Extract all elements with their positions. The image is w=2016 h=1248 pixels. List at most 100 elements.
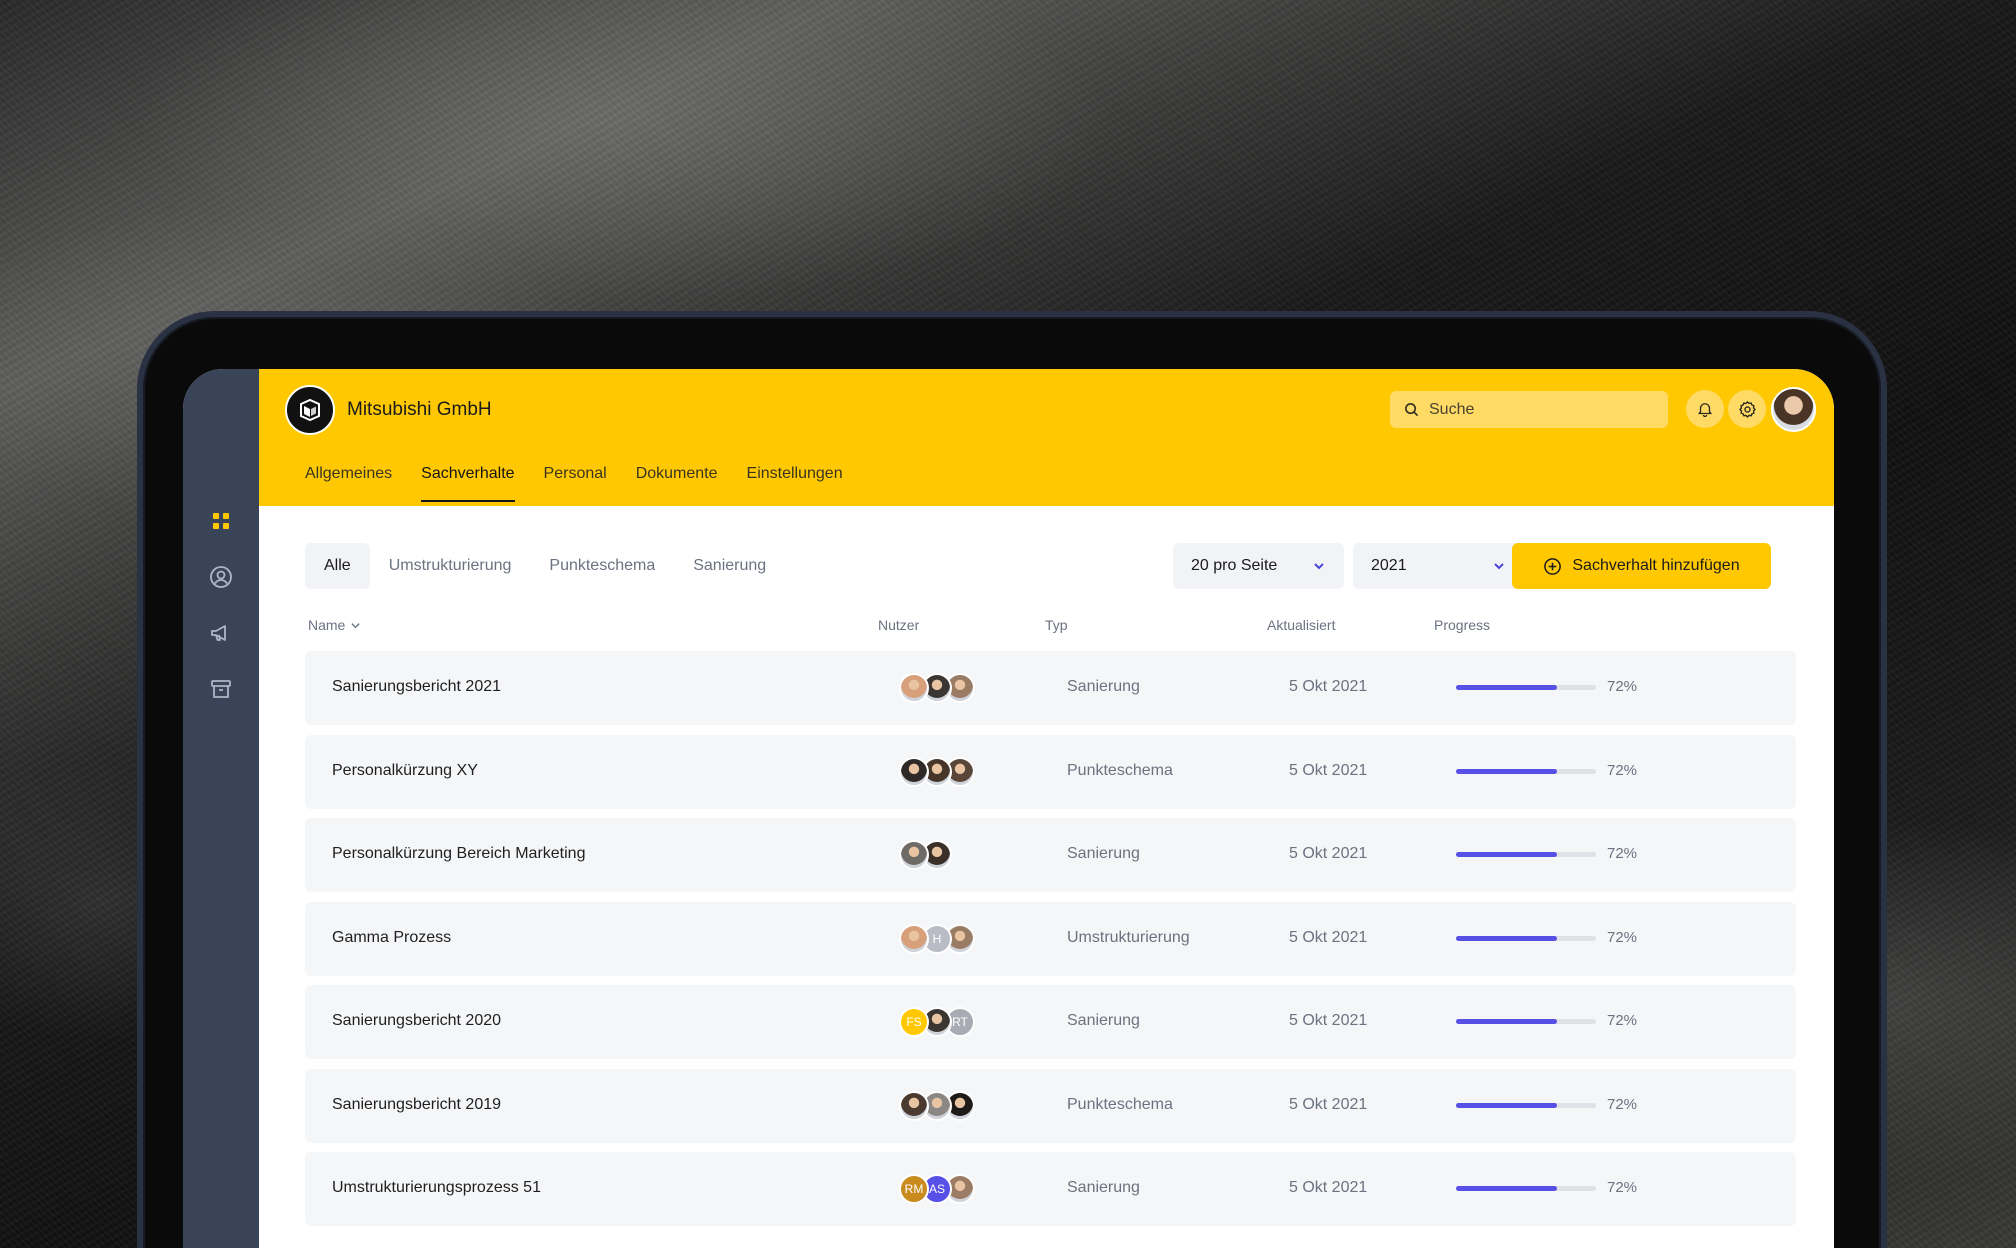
row-user-avatars: H bbox=[899, 923, 975, 954]
main-content: Alle Umstrukturierung Punkteschema Sanie… bbox=[259, 506, 1834, 1248]
avatar[interactable] bbox=[899, 756, 929, 787]
progress-fill bbox=[1456, 852, 1557, 857]
avatar[interactable] bbox=[899, 923, 929, 954]
avatar[interactable] bbox=[899, 673, 929, 703]
table-row[interactable]: Personalkürzung XY Punkteschema 5 Okt 2021… bbox=[305, 734, 1796, 809]
row-updated: 5 Okt 2021 bbox=[1289, 678, 1368, 695]
filter-sanierung[interactable]: Sanierung bbox=[674, 543, 785, 589]
notifications-button[interactable] bbox=[1686, 390, 1724, 428]
row-user-avatars bbox=[899, 1090, 975, 1121]
megaphone-icon[interactable] bbox=[204, 616, 238, 650]
side-rail bbox=[183, 369, 259, 1248]
progress-fill bbox=[1456, 1186, 1557, 1191]
app-header: Mitsubishi GmbH Allgemeines Sachverhalte… bbox=[259, 369, 1834, 506]
tab-einstellungen[interactable]: Einstellungen bbox=[747, 465, 843, 502]
app-screen: Mitsubishi GmbH Allgemeines Sachverhalte… bbox=[183, 369, 1834, 1248]
tab-allgemeines[interactable]: Allgemeines bbox=[305, 465, 392, 502]
avatar[interactable]: RM bbox=[899, 1174, 929, 1204]
row-updated: 5 Okt 2021 bbox=[1289, 1179, 1368, 1196]
row-type: Sanierung bbox=[1067, 845, 1140, 862]
chevron-down-icon bbox=[1314, 563, 1324, 570]
add-button-label: Sachverhalt hinzufügen bbox=[1572, 557, 1740, 574]
avatar[interactable] bbox=[899, 1090, 929, 1121]
table-row[interactable]: Sanierungsbericht 2020 FS RT Sanierung 5 Okt… bbox=[305, 985, 1796, 1059]
row-updated: 5 Okt 2021 bbox=[1289, 1095, 1368, 1113]
progress-percent: 72% bbox=[1607, 678, 1638, 695]
row-user-avatars bbox=[899, 673, 975, 703]
progress-percent: 72% bbox=[1607, 761, 1638, 779]
section-tabs: Allgemeines Sachverhalte Personal Dokume… bbox=[305, 465, 872, 502]
per-page-value: 20 pro Seite bbox=[1191, 557, 1278, 574]
progress-bar bbox=[1456, 852, 1596, 857]
chevron-down-icon bbox=[351, 622, 361, 628]
archive-icon[interactable] bbox=[204, 672, 238, 706]
progress-fill bbox=[1456, 768, 1557, 774]
progress-percent: 72% bbox=[1607, 1179, 1638, 1196]
row-user-avatars: RM AS bbox=[899, 1174, 975, 1204]
search-input[interactable] bbox=[1429, 400, 1649, 419]
progress-percent: 72% bbox=[1607, 1095, 1638, 1113]
dashboard-icon[interactable] bbox=[204, 504, 238, 538]
year-select[interactable]: 2021 bbox=[1353, 543, 1524, 589]
year-value: 2021 bbox=[1371, 557, 1407, 574]
table-row[interactable]: Sanierungsbericht 2021 Sanierung 5 Okt 202… bbox=[305, 651, 1796, 725]
table-row[interactable]: Personalkürzung Bereich Marketing Sanieru… bbox=[305, 818, 1796, 892]
column-users: Nutzer bbox=[878, 617, 920, 633]
row-name: Sanierungsbericht 2021 bbox=[332, 678, 502, 695]
row-user-avatars: FS RT bbox=[899, 1007, 975, 1037]
gear-icon bbox=[1738, 400, 1756, 418]
filter-punkteschema[interactable]: Punkteschema bbox=[530, 543, 674, 589]
table-row[interactable]: Umstrukturierungsprozess 51 RM AS Sanierung… bbox=[305, 1152, 1796, 1226]
add-sachverhalt-button[interactable]: Sachverhalt hinzufügen bbox=[1512, 543, 1771, 589]
plus-circle-icon bbox=[1544, 557, 1562, 575]
progress-percent: 72% bbox=[1607, 928, 1638, 946]
row-updated: 5 Okt 2021 bbox=[1289, 928, 1368, 946]
column-progress: Progress bbox=[1434, 617, 1491, 633]
table-row[interactable]: Sanierungsbericht 2019 Punkteschema 5 Okt … bbox=[305, 1068, 1796, 1143]
filter-alle[interactable]: Alle bbox=[305, 543, 370, 589]
row-updated: 5 Okt 2021 bbox=[1289, 845, 1368, 862]
progress-fill bbox=[1456, 685, 1557, 690]
tab-personal[interactable]: Personal bbox=[544, 465, 607, 502]
column-type: Typ bbox=[1045, 617, 1068, 633]
progress-fill bbox=[1456, 935, 1557, 941]
row-type: Umstrukturierung bbox=[1067, 928, 1190, 946]
filter-chips: Alle Umstrukturierung Punkteschema Sanie… bbox=[305, 543, 785, 589]
filter-umstrukturierung[interactable]: Umstrukturierung bbox=[370, 543, 531, 589]
progress-bar bbox=[1456, 1019, 1596, 1024]
row-name: Personalkürzung XY bbox=[332, 761, 478, 779]
sachverhalte-list: Sanierungsbericht 2021 Sanierung 5 Okt 202… bbox=[305, 651, 1796, 1236]
avatar[interactable]: FS bbox=[899, 1007, 929, 1037]
user-icon[interactable] bbox=[204, 560, 238, 594]
row-type: Sanierung bbox=[1067, 1012, 1140, 1029]
table-row[interactable]: Gamma Prozess H Umstrukturierung 5 Okt 2021… bbox=[305, 901, 1796, 976]
row-name: Personalkürzung Bereich Marketing bbox=[332, 845, 586, 862]
column-name[interactable]: Name bbox=[308, 617, 361, 633]
progress-fill bbox=[1456, 1102, 1557, 1108]
row-name: Sanierungsbericht 2019 bbox=[332, 1095, 502, 1113]
column-updated: Aktualisiert bbox=[1267, 617, 1336, 633]
per-page-select[interactable]: 20 pro Seite bbox=[1173, 543, 1344, 589]
progress-percent: 72% bbox=[1607, 845, 1638, 862]
avatar[interactable] bbox=[899, 840, 929, 870]
progress-bar bbox=[1456, 1186, 1596, 1191]
row-type: Sanierung bbox=[1067, 678, 1140, 695]
row-type: Sanierung bbox=[1067, 1179, 1140, 1196]
search-icon bbox=[1405, 403, 1419, 417]
row-updated: 5 Okt 2021 bbox=[1289, 761, 1368, 779]
progress-fill bbox=[1456, 1019, 1557, 1024]
row-name: Umstrukturierungsprozess 51 bbox=[332, 1179, 541, 1196]
row-name: Sanierungsbericht 2020 bbox=[332, 1012, 502, 1029]
progress-bar bbox=[1456, 685, 1596, 690]
row-user-avatars bbox=[899, 756, 975, 787]
tab-sachverhalte[interactable]: Sachverhalte bbox=[421, 465, 515, 502]
tab-dokumente[interactable]: Dokumente bbox=[636, 465, 718, 502]
search-field[interactable] bbox=[1390, 391, 1668, 428]
progress-bar bbox=[1456, 768, 1596, 774]
user-avatar[interactable] bbox=[1771, 387, 1816, 432]
bell-icon bbox=[1698, 403, 1712, 418]
progress-bar bbox=[1456, 1102, 1596, 1108]
chevron-down-icon bbox=[1494, 563, 1504, 570]
settings-button[interactable] bbox=[1728, 390, 1766, 428]
progress-bar bbox=[1456, 935, 1596, 941]
